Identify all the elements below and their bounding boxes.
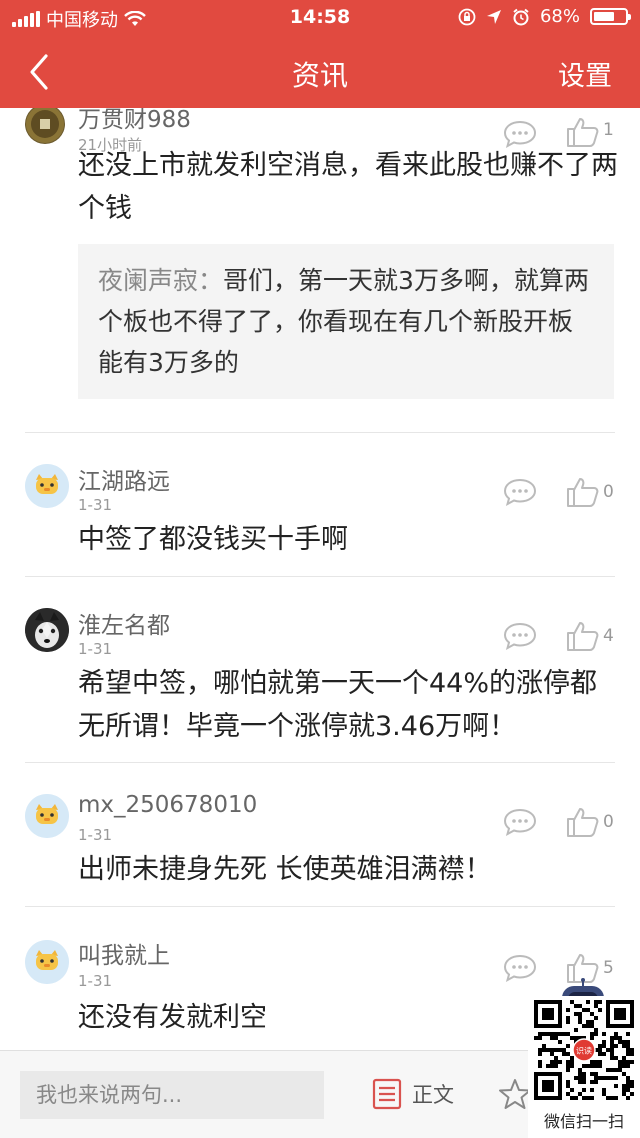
- avatar-default: [25, 464, 69, 508]
- like-icon[interactable]: [566, 620, 600, 652]
- favorite-star-icon[interactable]: [498, 1077, 532, 1111]
- comment-list[interactable]: 万贯财988 21小时前 1 还没上市就发利空消息，看来此股也赚不了两个钱 夜阑…: [0, 108, 640, 1050]
- comment-time: 1-31: [78, 826, 113, 844]
- orientation-lock-icon: [458, 8, 476, 25]
- battery-fill: [594, 12, 614, 21]
- comment-time: 1-31: [78, 972, 113, 990]
- app-header: 中国移动 14:58 68% 资讯 设置: [0, 0, 640, 108]
- like-icon[interactable]: [566, 476, 600, 508]
- like-count: 5: [603, 958, 614, 978]
- avatar-default: [25, 940, 69, 984]
- quoted-reply: 夜阑声寂：哥们，第一天就3万多啊，就算两个板也不得了了，你看现在有几个新股开板能…: [78, 244, 614, 399]
- reply-icon[interactable]: [503, 808, 537, 836]
- comment-username[interactable]: 万贯财988: [78, 108, 191, 134]
- avatar-coin: [25, 108, 65, 144]
- page-title: 资讯: [291, 59, 348, 92]
- avatar-default: [25, 794, 69, 838]
- status-bar: 中国移动 14:58 68%: [0, 0, 640, 36]
- qr-badge-icon: 识读: [572, 1038, 596, 1062]
- quoted-separator: ：: [198, 266, 224, 295]
- like-icon[interactable]: [566, 806, 600, 838]
- comment-username[interactable]: 江湖路远: [78, 462, 170, 496]
- comment-item: 万贯财988 21小时前 1 还没上市就发利空消息，看来此股也赚不了两个钱 夜阑…: [0, 108, 640, 434]
- article-body-button[interactable]: 正文: [372, 1077, 454, 1111]
- battery-percent: 68%: [539, 6, 580, 27]
- divider: [25, 576, 615, 577]
- divider: [25, 762, 615, 763]
- reply-icon[interactable]: [503, 622, 537, 650]
- divider: [25, 432, 615, 433]
- battery-icon: [590, 8, 631, 25]
- quoted-username[interactable]: 夜阑声寂: [98, 266, 198, 295]
- alarm-icon: [513, 8, 529, 25]
- comment-username[interactable]: mx_250678010: [78, 792, 257, 818]
- comment-text: 出师未捷身先死 长使英雄泪满襟！: [78, 854, 492, 885]
- article-body-label: 正文: [412, 1083, 454, 1107]
- document-list-icon: [372, 1078, 402, 1110]
- nav-bar: 资讯 设置: [0, 40, 640, 104]
- avatar-husky: [25, 608, 69, 652]
- like-count: 4: [603, 626, 614, 646]
- reply-icon[interactable]: [503, 478, 537, 506]
- comment-text: 希望中签，哪怕就第一天一个44%的涨停都无所谓！毕竟一个涨停就3.46万啊！: [78, 668, 598, 742]
- location-icon: [486, 9, 501, 24]
- comment-username[interactable]: 淮左名都: [78, 606, 170, 640]
- reply-icon[interactable]: [503, 954, 537, 982]
- comment-text: 还没上市就发利空消息，看来此股也赚不了两个钱: [78, 150, 618, 224]
- comment-item: 淮左名都 1-31 4 希望中签，哪怕就第一天一个44%的涨停都无所谓！毕竟一个…: [0, 602, 640, 762]
- comment-item: 江湖路远 1-31 0 中签了都没钱买十手啊: [0, 458, 640, 576]
- like-count: 0: [603, 812, 614, 832]
- comment-input[interactable]: [20, 1071, 324, 1119]
- comment-item: mx_250678010 1-31 0 出师未捷身先死 长使英雄泪满襟！: [0, 788, 640, 906]
- comment-username[interactable]: 叫我就上: [78, 936, 170, 970]
- settings-button[interactable]: 设置: [558, 54, 612, 93]
- like-count: 1: [603, 120, 614, 140]
- qr-code-overlay: 识读 微信扫一扫: [528, 996, 640, 1138]
- comment-text: 中签了都没钱买十手啊: [78, 524, 348, 555]
- qr-badge-label: 识读: [576, 1046, 592, 1056]
- like-count: 0: [603, 482, 614, 502]
- comment-time: 1-31: [78, 640, 113, 658]
- status-right: 68%: [458, 6, 631, 27]
- qr-caption: 微信扫一扫: [543, 1112, 624, 1131]
- comment-time: 1-31: [78, 496, 113, 514]
- divider: [25, 906, 615, 907]
